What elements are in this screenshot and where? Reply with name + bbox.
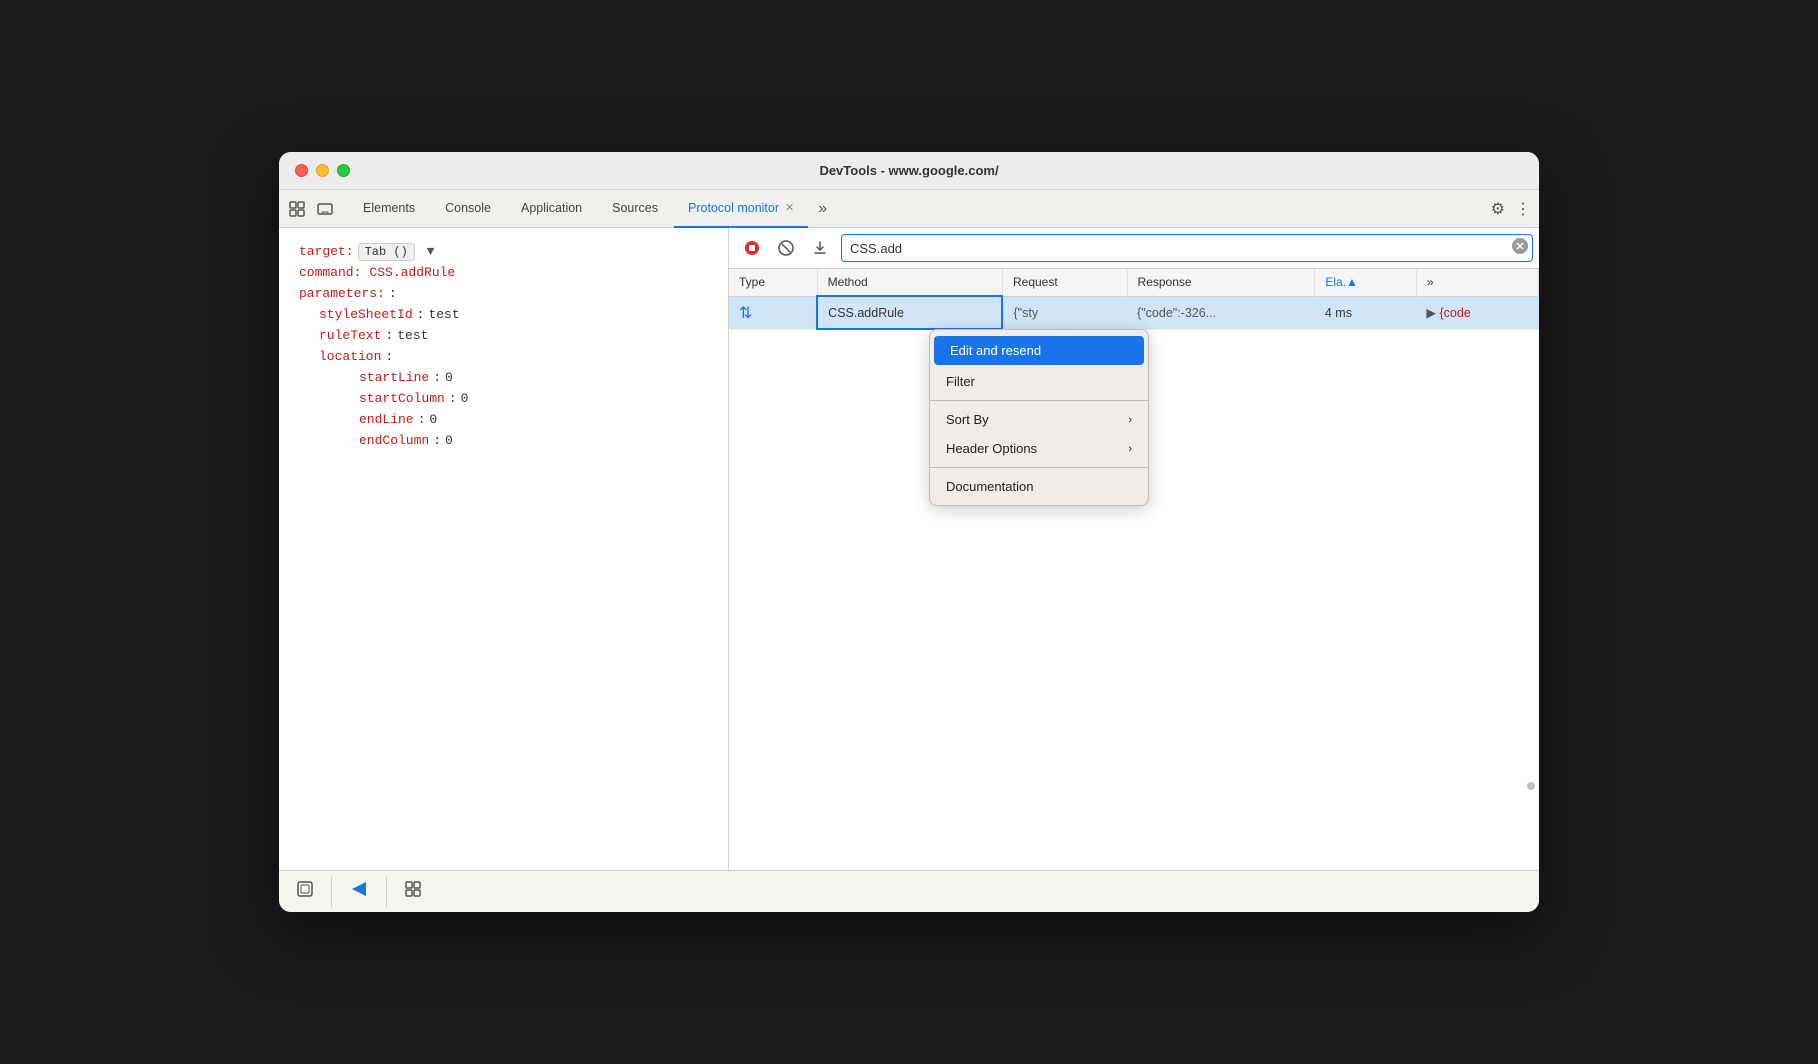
endColumn-key: endColumn	[359, 433, 429, 448]
send-button[interactable]	[348, 878, 370, 905]
tab-protocol-monitor[interactable]: Protocol monitor ✕	[674, 190, 808, 228]
command-row: command: CSS.addRule	[299, 265, 708, 280]
styleSheetId-value: test	[428, 307, 459, 322]
target-key: target:	[299, 244, 354, 259]
command-value: CSS.addRule	[369, 265, 455, 280]
endColumn-row: endColumn : 0	[359, 433, 708, 448]
header-options-chevron-icon: ›	[1128, 443, 1132, 455]
toolbar	[729, 228, 1539, 269]
titlebar: DevTools - www.google.com/	[279, 152, 1539, 190]
col-response: Response	[1127, 269, 1315, 296]
parameters-key: parameters:	[299, 286, 385, 301]
scrollbar-thumb[interactable]	[1527, 782, 1535, 790]
type-arrow-icon: ⇅	[739, 303, 806, 323]
tab-bar-right: ⚙ ⋮	[1491, 199, 1531, 219]
devtools-body: Elements Console Application Sources Pro…	[279, 190, 1539, 912]
endLine-key: endLine	[359, 412, 414, 427]
context-menu-divider-2	[930, 467, 1148, 468]
col-more[interactable]: »	[1416, 269, 1538, 296]
search-input[interactable]	[841, 234, 1533, 262]
tab-bar-icons	[287, 199, 335, 219]
gear-icon[interactable]: ⚙	[1491, 199, 1505, 219]
context-menu-sort-by[interactable]: Sort By ›	[930, 405, 1148, 434]
location-row: location :	[319, 349, 708, 364]
ruleText-value: test	[397, 328, 428, 343]
col-type: Type	[729, 269, 817, 296]
cell-response: {"code":-326...	[1127, 296, 1315, 329]
startLine-key: startLine	[359, 370, 429, 385]
tab-more-button[interactable]: »	[810, 200, 835, 218]
bottom-bar	[279, 870, 1539, 912]
cell-type: ⇅	[729, 296, 817, 329]
left-panel: target: Tab () ▼ command: CSS.addRule pa…	[279, 228, 729, 870]
minimize-button[interactable]	[316, 164, 329, 177]
search-clear-icon[interactable]	[1511, 237, 1529, 260]
clear-button[interactable]	[773, 235, 799, 261]
tab-bar: Elements Console Application Sources Pro…	[279, 190, 1539, 228]
endLine-value: 0	[429, 412, 437, 427]
styleSheetId-row: styleSheetId : test	[319, 307, 708, 322]
tab-elements[interactable]: Elements	[349, 190, 429, 228]
context-menu: Edit and resend Filter Sort By › Header …	[929, 329, 1149, 506]
maximize-button[interactable]	[337, 164, 350, 177]
target-value: Tab () ▼	[358, 244, 435, 259]
ruleText-key: ruleText	[319, 328, 381, 343]
endLine-row: endLine : 0	[359, 412, 708, 427]
main-content: target: Tab () ▼ command: CSS.addRule pa…	[279, 228, 1539, 870]
target-row: target: Tab () ▼	[299, 244, 708, 259]
context-menu-edit-resend[interactable]: Edit and resend	[934, 336, 1144, 365]
settings-panel-icon[interactable]	[403, 879, 423, 904]
startColumn-row: startColumn : 0	[359, 391, 708, 406]
startLine-value: 0	[445, 370, 453, 385]
traffic-lights	[295, 164, 350, 177]
col-method: Method	[817, 269, 1002, 296]
context-menu-divider	[930, 400, 1148, 401]
more-options-icon[interactable]: ⋮	[1515, 199, 1531, 219]
tab-sources[interactable]: Sources	[598, 190, 672, 228]
tab-application[interactable]: Application	[507, 190, 596, 228]
tab-console[interactable]: Console	[431, 190, 505, 228]
startLine-row: startLine : 0	[359, 370, 708, 385]
cell-expand: ▶ {code	[1416, 296, 1538, 329]
context-menu-documentation[interactable]: Documentation	[930, 472, 1148, 501]
tab-close-icon[interactable]: ✕	[785, 201, 794, 214]
close-button[interactable]	[295, 164, 308, 177]
page-icon[interactable]	[295, 879, 315, 904]
bottom-divider	[331, 877, 332, 907]
responsive-icon[interactable]	[315, 199, 335, 219]
col-request: Request	[1002, 269, 1127, 296]
devtools-window: DevTools - www.google.com/	[279, 152, 1539, 912]
bottom-divider-2	[386, 877, 387, 907]
window-title: DevTools - www.google.com/	[819, 163, 998, 178]
context-menu-header-options[interactable]: Header Options ›	[930, 434, 1148, 463]
table-row[interactable]: ⇅ CSS.addRule {"sty {"code":-326... 4 ms…	[729, 296, 1539, 329]
col-elapsed: Ela.▲	[1315, 269, 1417, 296]
startColumn-key: startColumn	[359, 391, 445, 406]
table-header: Type Method Request Response Ela.▲ »	[729, 269, 1539, 296]
cell-elapsed: 4 ms	[1315, 296, 1417, 329]
context-menu-filter[interactable]: Filter	[930, 367, 1148, 396]
startColumn-value: 0	[461, 391, 469, 406]
cell-method: CSS.addRule	[817, 296, 1002, 329]
command-key: command:	[299, 265, 361, 280]
sort-by-chevron-icon: ›	[1128, 414, 1132, 426]
location-key: location	[319, 349, 381, 364]
right-panel: Type Method Request Response Ela.▲ »	[729, 228, 1539, 870]
dropdown-arrow-icon[interactable]: ▼	[427, 244, 435, 259]
record-button[interactable]	[739, 235, 765, 261]
protocol-table: Type Method Request Response Ela.▲ »	[729, 269, 1539, 330]
cursor-icon[interactable]	[287, 199, 307, 219]
parameters-row: parameters: :	[299, 286, 708, 301]
styleSheetId-key: styleSheetId	[319, 307, 413, 322]
table-container: Type Method Request Response Ela.▲ »	[729, 269, 1539, 870]
download-button[interactable]	[807, 235, 833, 261]
ruleText-row: ruleText : test	[319, 328, 708, 343]
endColumn-value: 0	[445, 433, 453, 448]
cell-request: {"sty	[1002, 296, 1127, 329]
